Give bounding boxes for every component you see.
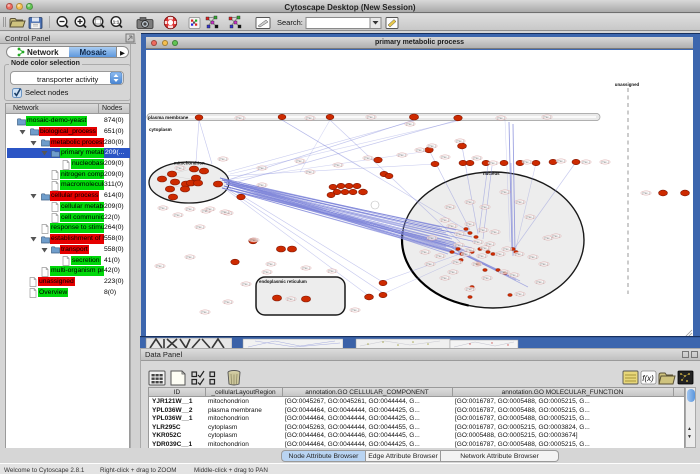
svg-text:(Yxx..): (Yxx..) bbox=[473, 262, 481, 266]
svg-text:(Yxx..): (Yxx..) bbox=[466, 222, 474, 226]
svg-text:(Yxx..): (Yxx..) bbox=[466, 287, 474, 291]
svg-text:(Yxx..): (Yxx..) bbox=[156, 264, 164, 268]
svg-text:(Yxx..): (Yxx..) bbox=[500, 270, 508, 274]
svg-text:(Yxx..): (Yxx..) bbox=[529, 255, 537, 259]
svg-text:(Yxx..): (Yxx..) bbox=[426, 262, 434, 266]
svg-text:(Yxx..): (Yxx..) bbox=[436, 254, 444, 258]
svg-text:(Yxx..): (Yxx..) bbox=[351, 308, 359, 312]
svg-text:(Yxx..): (Yxx..) bbox=[462, 252, 470, 256]
svg-text:(Yxx..): (Yxx..) bbox=[642, 191, 650, 195]
svg-text:(Yxx..): (Yxx..) bbox=[186, 207, 194, 211]
svg-text:(Yxx..): (Yxx..) bbox=[287, 297, 295, 301]
svg-text:(Yxx..): (Yxx..) bbox=[526, 215, 534, 219]
svg-text:(Yxx..): (Yxx..) bbox=[428, 236, 436, 240]
svg-text:(Yxx..): (Yxx..) bbox=[219, 157, 227, 161]
svg-text:(Yxx..): (Yxx..) bbox=[302, 266, 310, 270]
svg-text:(Yxx..): (Yxx..) bbox=[455, 243, 463, 247]
svg-text:Search:: Search: bbox=[277, 18, 303, 27]
svg-text:(Yxx..): (Yxx..) bbox=[306, 170, 314, 174]
svg-text:(Yxx..): (Yxx..) bbox=[416, 148, 424, 152]
svg-text:(Yxx..): (Yxx..) bbox=[503, 247, 511, 251]
svg-text:(Yxx..): (Yxx..) bbox=[236, 116, 244, 120]
svg-text:(Yxx..): (Yxx..) bbox=[557, 159, 565, 163]
svg-text:(Yxx..): (Yxx..) bbox=[466, 200, 474, 204]
svg-text:(Yxx..): (Yxx..) bbox=[367, 115, 375, 119]
svg-text:(Yxx..): (Yxx..) bbox=[441, 218, 449, 222]
svg-text:(Yxx..): (Yxx..) bbox=[473, 156, 481, 160]
svg-text:(Yxx..): (Yxx..) bbox=[510, 273, 518, 277]
svg-text:(Yxx..): (Yxx..) bbox=[479, 228, 487, 232]
svg-text:(Yxx..): (Yxx..) bbox=[328, 269, 336, 273]
svg-text:(Yxx..): (Yxx..) bbox=[186, 255, 194, 259]
svg-text:(Yxx..): (Yxx..) bbox=[466, 248, 474, 252]
svg-text:(Yxx..): (Yxx..) bbox=[224, 300, 232, 304]
svg-text:(Yxx..): (Yxx..) bbox=[516, 292, 524, 296]
svg-text:(Yxx..): (Yxx..) bbox=[544, 236, 552, 240]
svg-text:mitochondrion: mitochondrion bbox=[174, 161, 205, 166]
svg-text:(Yxx..): (Yxx..) bbox=[543, 115, 551, 119]
svg-text:(Yxx..): (Yxx..) bbox=[242, 282, 250, 286]
svg-text:(Yxx..): (Yxx..) bbox=[441, 155, 449, 159]
svg-text:(Yxx..): (Yxx..) bbox=[515, 252, 523, 256]
svg-text:(Yxx..): (Yxx..) bbox=[176, 166, 184, 170]
svg-text:(Yxx..): (Yxx..) bbox=[201, 310, 209, 314]
svg-text:(Yxx..): (Yxx..) bbox=[258, 183, 266, 187]
svg-text:1:1: 1:1 bbox=[113, 20, 120, 25]
svg-text:(Yxx..): (Yxx..) bbox=[174, 213, 182, 217]
svg-text:(Yxx..): (Yxx..) bbox=[398, 153, 406, 157]
svg-text:(Yxx..): (Yxx..) bbox=[456, 232, 464, 236]
svg-text:(Yxx..): (Yxx..) bbox=[523, 160, 531, 164]
svg-text:(Yxx..): (Yxx..) bbox=[478, 254, 486, 258]
svg-text:unassigned: unassigned bbox=[615, 82, 640, 87]
svg-text:(Yxx..): (Yxx..) bbox=[497, 116, 505, 120]
svg-text:(Yxx..): (Yxx..) bbox=[406, 122, 414, 126]
svg-text:(Yxx..): (Yxx..) bbox=[441, 276, 449, 280]
svg-text:(Yxx..): (Yxx..) bbox=[334, 163, 342, 167]
svg-text:(Yxx..): (Yxx..) bbox=[489, 161, 497, 165]
svg-text:f(x): f(x) bbox=[642, 374, 654, 383]
svg-text:(Yxx..): (Yxx..) bbox=[267, 262, 275, 266]
svg-text:(Yxx..): (Yxx..) bbox=[474, 240, 482, 244]
svg-text:(Yxx..): (Yxx..) bbox=[196, 225, 204, 229]
svg-text:(Yxx..): (Yxx..) bbox=[483, 276, 491, 280]
svg-text:(Yxx..): (Yxx..) bbox=[159, 206, 167, 210]
svg-text:(Yxx..): (Yxx..) bbox=[486, 242, 494, 246]
svg-text:(Yxx..): (Yxx..) bbox=[306, 116, 314, 120]
svg-text:(Yxx..): (Yxx..) bbox=[481, 205, 489, 209]
svg-text:(Yxx..): (Yxx..) bbox=[540, 262, 548, 266]
svg-text:(Yxx..): (Yxx..) bbox=[428, 144, 436, 148]
svg-text:(Yxx..): (Yxx..) bbox=[448, 224, 456, 228]
svg-text:endoplasmic reticulum: endoplasmic reticulum bbox=[259, 279, 307, 284]
svg-text:cytoplasm: cytoplasm bbox=[149, 127, 172, 132]
svg-text:(Yxx..): (Yxx..) bbox=[250, 238, 258, 242]
svg-text:(Yxx..): (Yxx..) bbox=[296, 159, 304, 163]
svg-text:(Yxx..): (Yxx..) bbox=[453, 260, 461, 264]
svg-text:(Yxx..): (Yxx..) bbox=[421, 250, 429, 254]
svg-text:(Yxx..): (Yxx..) bbox=[496, 252, 504, 256]
svg-text:(Yxx..): (Yxx..) bbox=[258, 166, 266, 170]
svg-text:(Yxx..): (Yxx..) bbox=[501, 190, 509, 194]
svg-text:(Yxx..): (Yxx..) bbox=[491, 230, 499, 234]
svg-text:(Yxx..): (Yxx..) bbox=[446, 205, 454, 209]
svg-text:plasma membrane: plasma membrane bbox=[148, 115, 189, 120]
svg-text:(Yxx..): (Yxx..) bbox=[552, 234, 560, 238]
svg-text:(Yxx..): (Yxx..) bbox=[449, 270, 457, 274]
svg-text:(Yxx..): (Yxx..) bbox=[601, 160, 609, 164]
svg-text:(Yxx..): (Yxx..) bbox=[536, 280, 544, 284]
svg-text:(Yxx..): (Yxx..) bbox=[456, 139, 464, 143]
svg-text:(Yxx..): (Yxx..) bbox=[206, 207, 214, 211]
svg-text:(Yxx..): (Yxx..) bbox=[516, 200, 524, 204]
svg-text:(Yxx..): (Yxx..) bbox=[364, 156, 372, 160]
svg-text:(Yxx..): (Yxx..) bbox=[263, 270, 271, 274]
svg-text:(Yxx..): (Yxx..) bbox=[221, 210, 229, 214]
svg-text:(Yxx..): (Yxx..) bbox=[481, 246, 489, 250]
svg-text:(Yxx..): (Yxx..) bbox=[582, 160, 590, 164]
